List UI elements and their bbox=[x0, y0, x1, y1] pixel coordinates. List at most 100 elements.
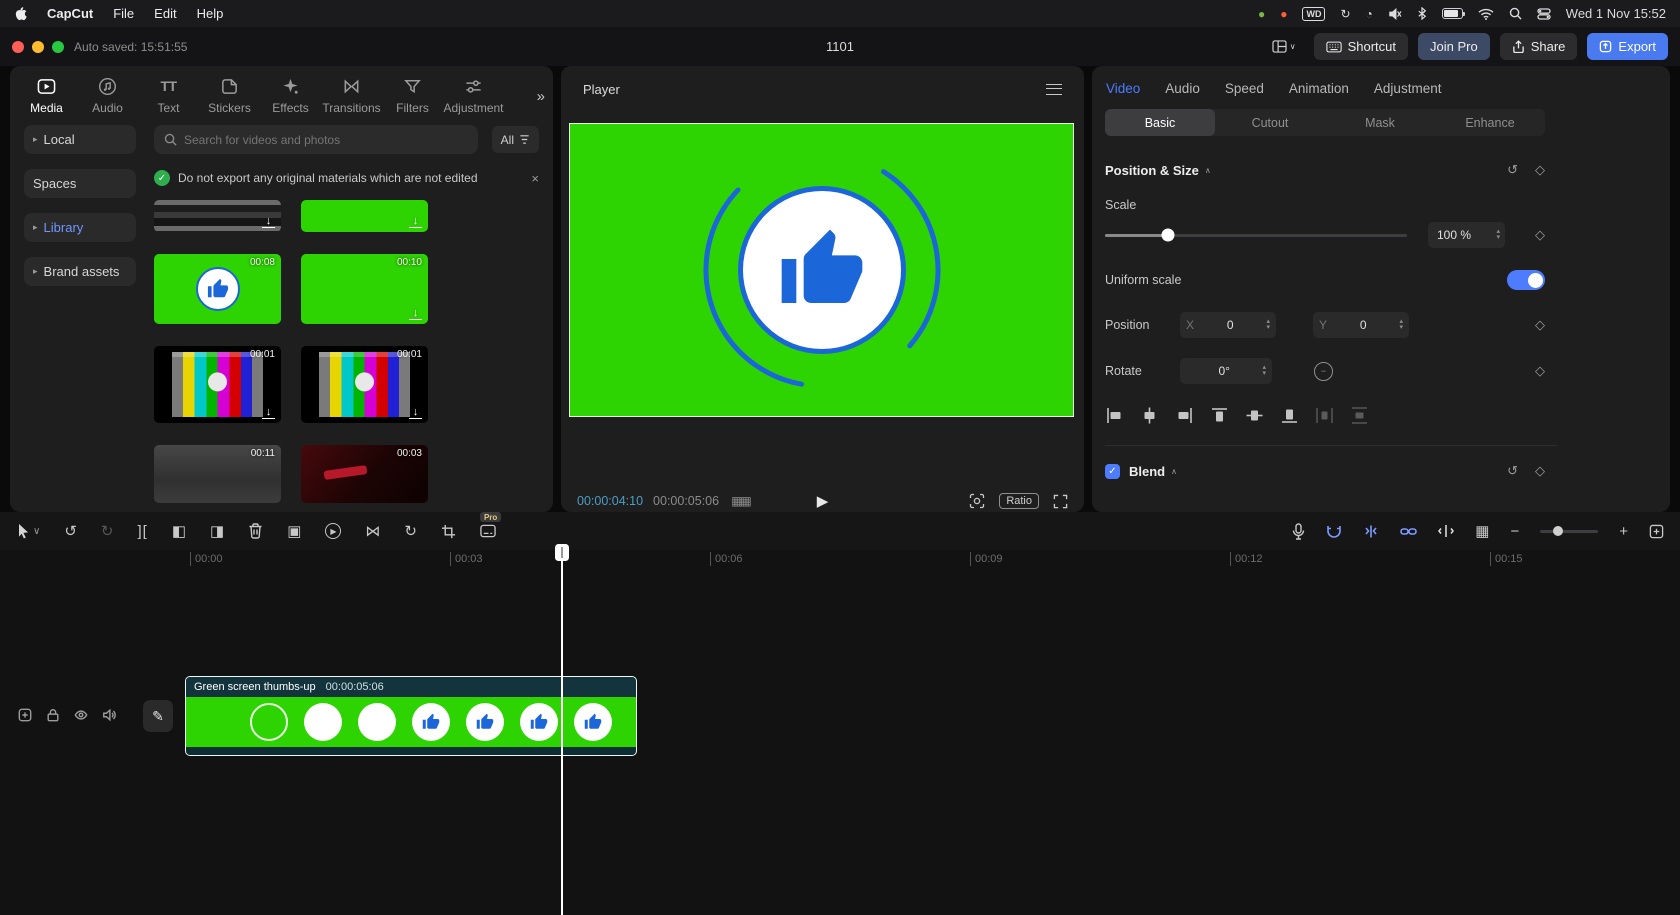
more-tabs-button[interactable]: » bbox=[537, 76, 545, 105]
subtab-cutout[interactable]: Cutout bbox=[1215, 109, 1325, 136]
fullscreen-icon[interactable] bbox=[1053, 494, 1068, 509]
wd-drive-icon[interactable]: WD bbox=[1302, 7, 1325, 21]
zoom-fit-button[interactable] bbox=[1649, 524, 1664, 539]
menu-help[interactable]: Help bbox=[197, 6, 224, 21]
timeline-clip-green-screen[interactable]: Green screen thumbs-up 00:00:05:06 bbox=[185, 676, 637, 756]
edit-clip-button[interactable]: ✎ bbox=[143, 700, 173, 732]
reset-icon[interactable]: ↺ bbox=[1507, 162, 1518, 178]
align-bottom-icon[interactable] bbox=[1280, 406, 1299, 425]
keyframe-diamond-icon[interactable]: ◇ bbox=[1535, 363, 1545, 379]
undo-button[interactable]: ↺ bbox=[64, 522, 77, 540]
freeze-frame-button[interactable]: ▣ bbox=[287, 522, 301, 540]
media-thumbnail-testcard[interactable]: 00:01 ↓ bbox=[154, 346, 281, 423]
share-button[interactable]: Share bbox=[1500, 33, 1578, 60]
close-icon[interactable]: × bbox=[531, 171, 539, 186]
media-thumbnail-filmstrip[interactable]: ↓ bbox=[154, 200, 281, 232]
preview-stage[interactable] bbox=[569, 123, 1074, 417]
subtab-mask[interactable]: Mask bbox=[1325, 109, 1435, 136]
media-thumbnail-dark-red[interactable]: 00:03 bbox=[301, 445, 428, 503]
collapse-caret-icon[interactable]: ∧ bbox=[1171, 467, 1177, 476]
lock-track-icon[interactable] bbox=[46, 708, 60, 722]
collapse-caret-icon[interactable]: ∧ bbox=[1205, 166, 1211, 175]
main-track-magnet-icon[interactable] bbox=[1326, 524, 1342, 539]
layout-switcher[interactable]: ∨ bbox=[1272, 40, 1296, 53]
shortcut-button[interactable]: Shortcut bbox=[1314, 33, 1408, 60]
tab-adjustment[interactable]: Adjustment bbox=[443, 76, 504, 115]
menu-file[interactable]: File bbox=[113, 6, 134, 21]
tab-animation[interactable]: Animation bbox=[1289, 81, 1349, 96]
align-middle-vertical-icon[interactable] bbox=[1245, 406, 1264, 425]
preview-axis-icon[interactable] bbox=[1438, 524, 1454, 538]
crop-button[interactable] bbox=[441, 524, 456, 539]
scale-stepper[interactable]: ▴▾ bbox=[1496, 229, 1500, 242]
blend-checkbox[interactable]: ✓ bbox=[1105, 464, 1120, 479]
ratio-button[interactable]: Ratio bbox=[999, 493, 1039, 509]
media-thumbnail-green[interactable]: 00:10 ↓ bbox=[301, 254, 428, 324]
auto-captions-pro-button[interactable]: Pro bbox=[480, 524, 496, 538]
align-center-horizontal-icon[interactable] bbox=[1140, 406, 1159, 425]
align-top-icon[interactable] bbox=[1210, 406, 1229, 425]
keyframe-diamond-icon[interactable]: ◇ bbox=[1535, 162, 1545, 178]
player-menu-icon[interactable] bbox=[1046, 84, 1062, 95]
subtab-enhance[interactable]: Enhance bbox=[1435, 109, 1545, 136]
scale-slider[interactable] bbox=[1105, 234, 1407, 237]
keyframe-diamond-icon[interactable]: ◇ bbox=[1535, 463, 1545, 479]
zoom-window-button[interactable] bbox=[52, 41, 64, 53]
timeline-ruler[interactable]: 00:00 00:03 00:06 00:09 00:12 00:15 bbox=[0, 552, 1680, 570]
time-machine-icon[interactable]: ◔ bbox=[1366, 7, 1373, 21]
sidebar-item-brand-assets[interactable]: ▸ Brand assets bbox=[24, 257, 136, 286]
add-to-track-icon[interactable] bbox=[18, 708, 32, 722]
preview-quality-icon[interactable] bbox=[969, 493, 985, 509]
redo-button[interactable]: ↻ bbox=[101, 522, 114, 540]
mute-icon[interactable] bbox=[1388, 8, 1402, 20]
tab-text[interactable]: TT Text bbox=[138, 76, 199, 115]
check-circle-icon[interactable]: ✓ bbox=[154, 170, 170, 186]
sidebar-item-spaces[interactable]: Spaces bbox=[24, 169, 136, 198]
rotate-dial-icon[interactable]: − bbox=[1314, 362, 1333, 381]
minimize-window-button[interactable] bbox=[32, 41, 44, 53]
mirror-button[interactable]: ⋈ bbox=[365, 522, 380, 540]
apple-logo-icon[interactable] bbox=[14, 6, 27, 21]
join-pro-button[interactable]: Join Pro bbox=[1418, 33, 1490, 60]
playhead-line[interactable] bbox=[561, 546, 563, 915]
download-icon[interactable]: ↓ bbox=[409, 308, 422, 320]
wifi-icon[interactable] bbox=[1478, 8, 1494, 20]
sidebar-item-local[interactable]: ▸ Local bbox=[24, 125, 136, 154]
search-input[interactable] bbox=[184, 133, 468, 147]
tab-transitions[interactable]: Transitions bbox=[321, 76, 382, 115]
align-left-icon[interactable] bbox=[1105, 406, 1124, 425]
play-button[interactable]: ▶ bbox=[817, 492, 829, 510]
reset-icon[interactable]: ↺ bbox=[1507, 463, 1518, 479]
close-window-button[interactable] bbox=[12, 41, 24, 53]
uniform-scale-toggle[interactable] bbox=[1507, 270, 1545, 290]
distribute-horizontal-icon[interactable] bbox=[1315, 406, 1334, 425]
project-title[interactable]: 1101 bbox=[826, 39, 854, 54]
position-y-stepper[interactable]: ▴▾ bbox=[1399, 319, 1403, 332]
scale-slider-knob[interactable] bbox=[1162, 229, 1175, 242]
status-app-green-icon[interactable]: ● bbox=[1258, 7, 1265, 21]
zoom-slider-knob[interactable] bbox=[1553, 526, 1563, 536]
delete-left-button[interactable]: ◧ bbox=[172, 522, 186, 540]
record-voiceover-icon[interactable] bbox=[1292, 523, 1305, 540]
delete-button[interactable] bbox=[248, 523, 263, 539]
mute-track-icon[interactable] bbox=[102, 708, 116, 722]
track-link-icon[interactable] bbox=[1400, 525, 1417, 538]
scale-value-field[interactable]: 100 % ▴▾ bbox=[1428, 222, 1505, 248]
download-icon[interactable]: ↓ bbox=[262, 216, 275, 228]
position-y-field[interactable]: Y 0 ▴▾ bbox=[1313, 312, 1409, 338]
subtab-basic[interactable]: Basic bbox=[1105, 109, 1215, 136]
tab-audio-props[interactable]: Audio bbox=[1165, 81, 1200, 96]
timeline-area[interactable]: 00:00 00:03 00:06 00:09 00:12 00:15 ✎ Gr… bbox=[0, 550, 1680, 915]
media-thumbnail-grain[interactable]: 00:11 bbox=[154, 445, 281, 503]
sidebar-item-library[interactable]: ▸ Library bbox=[24, 213, 136, 242]
bluetooth-icon[interactable] bbox=[1417, 7, 1427, 20]
position-x-stepper[interactable]: ▴▾ bbox=[1266, 319, 1270, 332]
filter-all-button[interactable]: All bbox=[492, 126, 539, 153]
media-thumbnail-testcard[interactable]: 00:01 ↓ bbox=[301, 346, 428, 423]
select-tool-button[interactable]: ∨ bbox=[16, 523, 40, 539]
control-center-icon[interactable] bbox=[1537, 8, 1551, 20]
menu-edit[interactable]: Edit bbox=[154, 6, 176, 21]
tab-audio[interactable]: Audio bbox=[77, 76, 138, 115]
timeline-zoom-slider[interactable] bbox=[1540, 530, 1598, 533]
delete-right-button[interactable]: ◨ bbox=[210, 522, 224, 540]
